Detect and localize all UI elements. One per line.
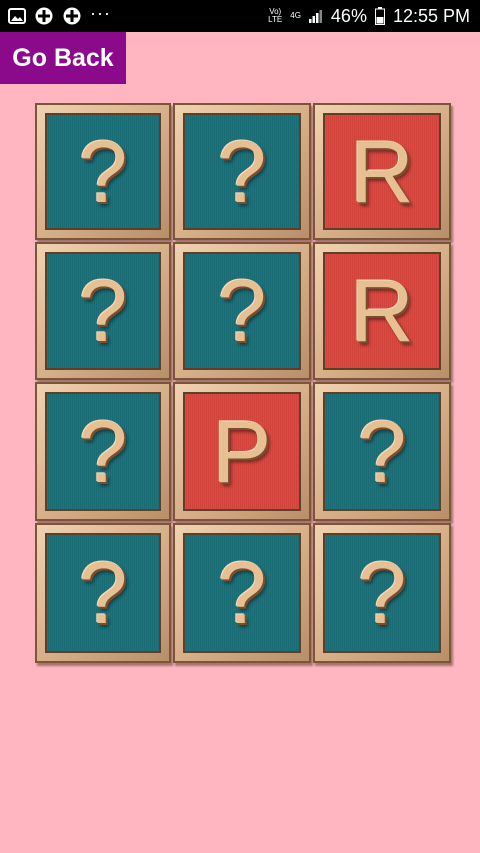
question-mark-icon: ? bbox=[357, 543, 407, 642]
hidden-tile[interactable]: ? bbox=[35, 382, 171, 521]
question-mark-icon: ? bbox=[217, 121, 267, 221]
image-icon bbox=[8, 8, 26, 24]
tile-face: ? bbox=[323, 392, 441, 511]
revealed-tile[interactable]: R bbox=[313, 103, 451, 240]
clock: 12:55 PM bbox=[392, 5, 470, 26]
question-mark-icon: ? bbox=[78, 121, 128, 221]
tile-face: ? bbox=[183, 113, 301, 230]
revealed-tile[interactable]: R bbox=[313, 242, 451, 380]
question-mark-icon: ? bbox=[217, 261, 267, 360]
question-mark-icon: ? bbox=[78, 261, 128, 360]
tile-letter: R bbox=[350, 121, 414, 221]
tile-face: ? bbox=[45, 533, 161, 653]
network-type: 4G bbox=[290, 11, 301, 20]
tile-face: ? bbox=[45, 392, 161, 511]
hidden-tile[interactable]: ? bbox=[35, 523, 171, 663]
tile-face: R bbox=[323, 113, 441, 230]
battery-icon bbox=[374, 7, 385, 25]
status-bar-left: ··· bbox=[8, 3, 111, 26]
hidden-tile[interactable]: ? bbox=[173, 242, 311, 380]
question-mark-icon: ? bbox=[78, 401, 128, 501]
battery-percent: 46% bbox=[330, 5, 367, 26]
tile-face: ? bbox=[45, 252, 161, 370]
hidden-tile[interactable]: ? bbox=[313, 523, 451, 663]
hidden-tile[interactable]: ? bbox=[313, 382, 451, 521]
hidden-tile[interactable]: ? bbox=[173, 523, 311, 663]
question-mark-icon: ? bbox=[357, 401, 407, 501]
tile-letter: R bbox=[350, 261, 414, 360]
game-controller-icon bbox=[34, 6, 54, 26]
game-board: ?? R?? R? P???? bbox=[35, 103, 451, 663]
hidden-tile[interactable]: ? bbox=[35, 103, 171, 240]
tile-face: ? bbox=[323, 533, 441, 653]
tile-face: R bbox=[323, 252, 441, 370]
tile-face: ? bbox=[45, 113, 161, 230]
signal-icon bbox=[308, 9, 323, 23]
tile-face: P bbox=[183, 392, 301, 511]
game-controller-icon bbox=[62, 6, 82, 26]
volte-indicator: Vo) LTE bbox=[268, 7, 283, 24]
go-back-button[interactable]: Go Back bbox=[0, 32, 126, 84]
hidden-tile[interactable]: ? bbox=[35, 242, 171, 380]
question-mark-icon: ? bbox=[78, 543, 128, 642]
more-dots-icon: ··· bbox=[90, 3, 111, 23]
hidden-tile[interactable]: ? bbox=[173, 103, 311, 240]
status-bar-right: Vo) LTE 4G 46% 12:55 PM bbox=[268, 6, 470, 27]
tile-face: ? bbox=[183, 252, 301, 370]
question-mark-icon: ? bbox=[217, 543, 267, 642]
tile-letter: P bbox=[212, 401, 272, 501]
revealed-tile[interactable]: P bbox=[173, 382, 311, 521]
status-bar: ··· Vo) LTE 4G 46% 12:55 PM bbox=[0, 0, 480, 32]
tile-face: ? bbox=[183, 533, 301, 653]
